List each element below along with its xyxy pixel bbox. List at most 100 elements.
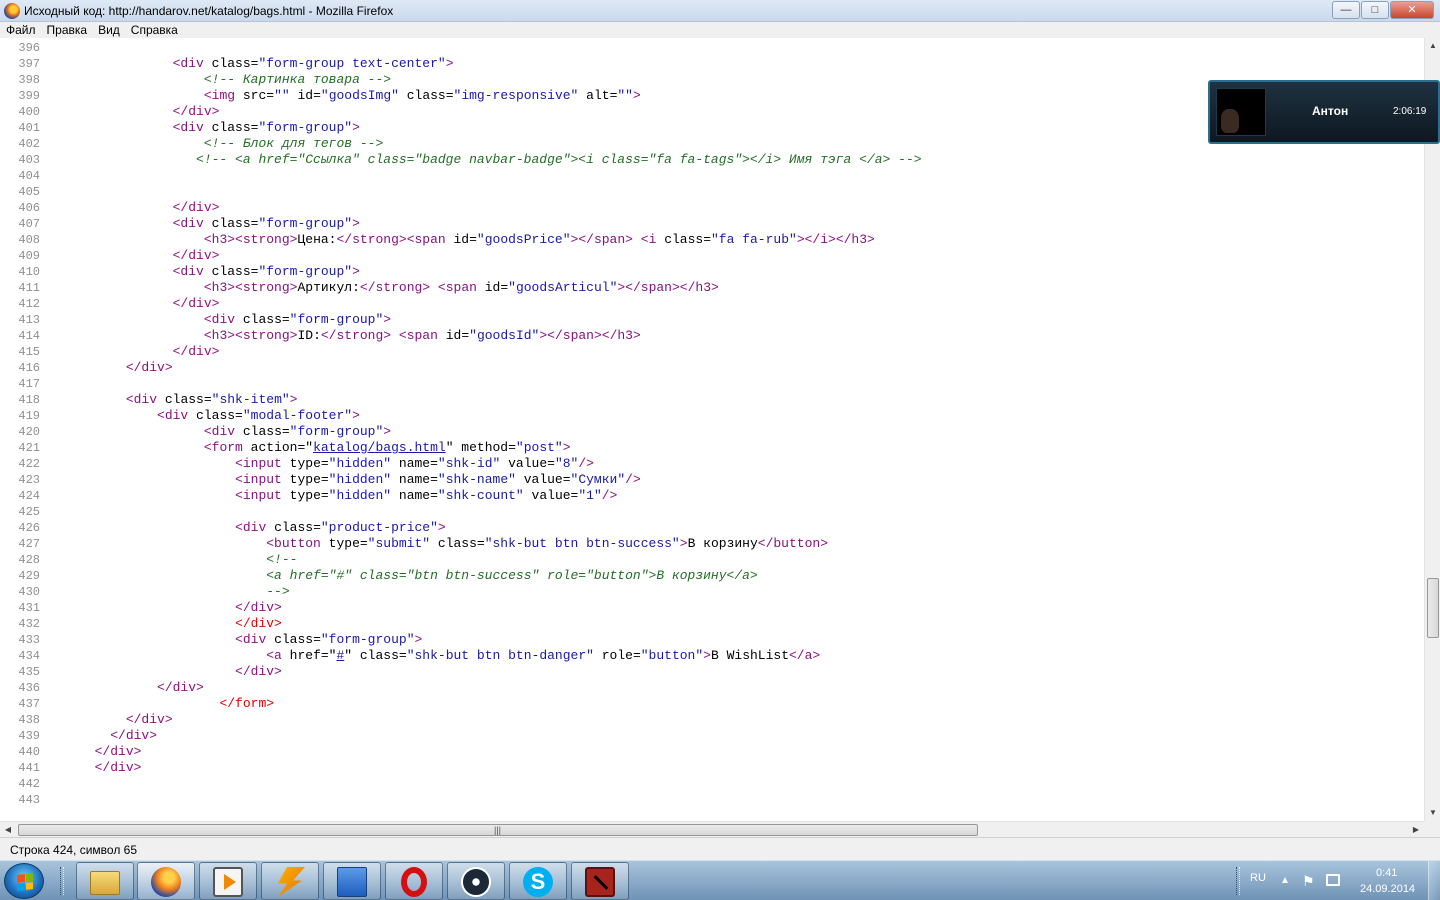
network-icon[interactable]	[1326, 874, 1340, 886]
code-token: "shk-name"	[437, 472, 516, 487]
call-duration: 2:06:19	[1393, 106, 1427, 117]
code-token: </strong><span	[336, 232, 446, 247]
start-button[interactable]	[4, 863, 44, 899]
taskbar-firefox[interactable]	[137, 862, 195, 900]
show-desktop-button[interactable]	[1428, 861, 1440, 900]
clock-time[interactable]: 0:41	[1376, 867, 1397, 879]
code-line: 406 </div>	[0, 200, 922, 216]
vertical-scroll-thumb[interactable]	[1427, 578, 1439, 638]
action-center-flag-icon[interactable]: ⚑	[1302, 873, 1315, 890]
taskbar-dota[interactable]	[571, 862, 629, 900]
menu-view[interactable]: Вид	[98, 23, 120, 37]
line-number: 396	[18, 41, 40, 55]
code-token: </div>	[235, 600, 282, 615]
code-token: "form-group"	[289, 312, 384, 327]
code-line: 443	[0, 792, 922, 808]
code-line: 414 <h3><strong>ID:</strong> <span id="g…	[0, 328, 922, 344]
language-indicator[interactable]: RU	[1250, 872, 1266, 884]
taskbar-explorer[interactable]	[76, 862, 134, 900]
line-code: <h3><strong>Артикул:</strong> <span id="…	[40, 280, 719, 296]
code-token: </div>	[110, 728, 158, 743]
line-number: 416	[18, 361, 40, 375]
taskbar-media-player[interactable]	[199, 862, 257, 900]
line-code: <form action="katalog/bags.html" method=…	[40, 440, 571, 456]
line-number: 404	[18, 169, 40, 183]
line-code: -->	[40, 584, 289, 600]
code-token: </strong>	[359, 280, 431, 295]
clock-date[interactable]: 24.09.2014	[1360, 883, 1415, 895]
code-token: <a	[266, 648, 282, 663]
taskbar-opera[interactable]	[385, 862, 443, 900]
code-token[interactable]: katalog/bags.html	[313, 440, 446, 455]
call-overlay[interactable]: Антон 2:06:19	[1208, 80, 1440, 144]
taskbar-document[interactable]	[323, 862, 381, 900]
code-token: <!--	[266, 552, 298, 567]
code-token: </div>	[172, 344, 220, 359]
source-code-view[interactable]: 395 <div class="modal-body">396 397 <div…	[0, 38, 1424, 821]
taskbar-skype[interactable]: S	[509, 862, 567, 900]
scroll-left-icon[interactable]: ◀	[0, 822, 16, 838]
taskbar-steam[interactable]	[447, 862, 505, 900]
line-number: 436	[18, 681, 40, 695]
code-token: </button>	[757, 536, 828, 551]
taskbar-winamp[interactable]	[261, 862, 319, 900]
code-token: class=	[157, 392, 212, 407]
menu-file[interactable]: Файл	[6, 23, 36, 37]
close-button[interactable]: ✕	[1390, 1, 1434, 19]
code-token: >	[562, 440, 571, 455]
line-code: <a href="#" class="btn btn-success" role…	[40, 568, 757, 584]
code-token: <div	[157, 408, 189, 423]
opera-icon	[401, 867, 427, 897]
code-token: "goodsId"	[469, 328, 540, 343]
line-number: 406	[18, 201, 40, 215]
scroll-down-icon[interactable]: ▼	[1425, 805, 1440, 821]
menu-edit[interactable]: Правка	[47, 23, 88, 37]
line-code: </div>	[40, 200, 220, 216]
code-token: class=	[157, 38, 212, 39]
line-code: <div class="modal-footer">	[40, 408, 360, 424]
code-token: class=	[203, 264, 259, 279]
code-token: type=	[320, 536, 368, 551]
horizontal-scrollbar[interactable]: ◀ ||| ▶	[0, 821, 1424, 837]
code-token: "form-group"	[320, 632, 415, 647]
line-number: 405	[18, 185, 40, 199]
code-token: "post"	[515, 440, 563, 455]
line-number: 437	[18, 697, 40, 711]
code-token: >	[352, 264, 360, 279]
code-token: >	[445, 56, 454, 71]
code-token: >	[703, 648, 711, 663]
code-token: </a>	[789, 648, 821, 663]
menu-help[interactable]: Справка	[131, 23, 178, 37]
tray-expand-icon[interactable]: ▲	[1280, 875, 1290, 886]
line-number: 421	[18, 441, 40, 455]
code-line: 403 <!-- <a href="Ссылка" class="badge n…	[0, 152, 921, 168]
line-number: 423	[18, 473, 40, 487]
scroll-up-icon[interactable]: ▲	[1425, 38, 1440, 54]
scroll-right-icon[interactable]: ▶	[1408, 822, 1424, 838]
line-code: </div>	[40, 712, 173, 728]
code-token: class=	[188, 408, 243, 423]
code-token: "modal-body"	[212, 38, 306, 39]
horizontal-scroll-thumb[interactable]: |||	[18, 824, 978, 836]
line-number: 422	[18, 457, 40, 471]
maximize-button[interactable]: □	[1361, 1, 1389, 19]
code-token: role=	[593, 648, 641, 663]
code-token: "shk-but btn btn-danger"	[406, 648, 594, 663]
code-token: "goodsArticul"	[508, 280, 618, 295]
vertical-scrollbar[interactable]: ▲ ▼	[1424, 38, 1440, 821]
line-code: <div class="form-group">	[40, 264, 360, 280]
code-line: 420 <div class="form-group">	[0, 424, 922, 440]
code-line: 441 </div>	[0, 760, 922, 776]
code-token: "goodsImg"	[320, 88, 399, 103]
minimize-button[interactable]: —	[1332, 1, 1360, 19]
code-token: <input	[235, 488, 282, 503]
